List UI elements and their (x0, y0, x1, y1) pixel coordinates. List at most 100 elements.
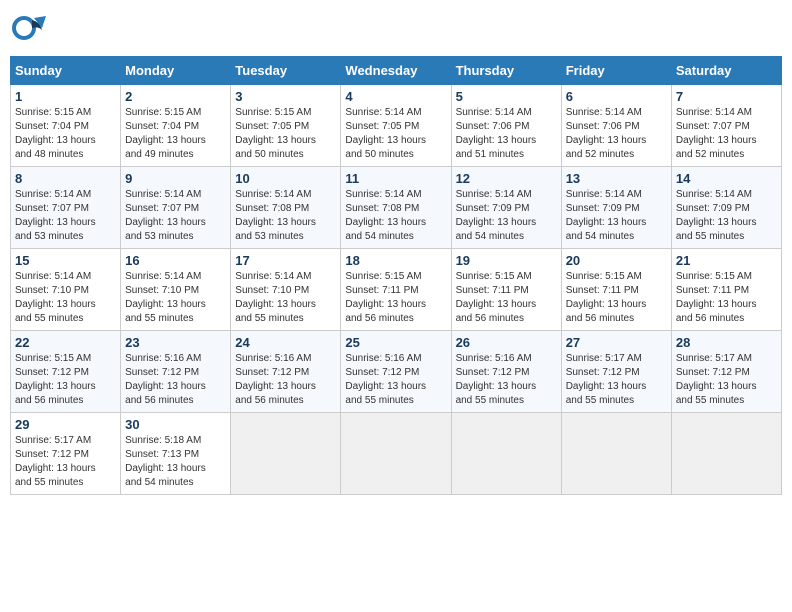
day-number: 10 (235, 171, 336, 186)
day-number: 17 (235, 253, 336, 268)
calendar-cell (561, 413, 671, 495)
calendar-cell: 4 Sunrise: 5:14 AMSunset: 7:05 PMDaylight… (341, 85, 451, 167)
calendar-cell: 6 Sunrise: 5:14 AMSunset: 7:06 PMDaylight… (561, 85, 671, 167)
day-detail: Sunrise: 5:16 AMSunset: 7:12 PMDaylight:… (235, 352, 336, 408)
calendar-cell: 14 Sunrise: 5:14 AMSunset: 7:09 PMDayligh… (671, 167, 781, 249)
weekday-header: Friday (561, 57, 671, 85)
calendar-cell (341, 413, 451, 495)
day-number: 24 (235, 335, 336, 350)
day-number: 14 (676, 171, 777, 186)
day-detail: Sunrise: 5:14 AMSunset: 7:05 PMDaylight:… (345, 106, 446, 162)
calendar-cell: 5 Sunrise: 5:14 AMSunset: 7:06 PMDaylight… (451, 85, 561, 167)
calendar-cell: 21 Sunrise: 5:15 AMSunset: 7:11 PMDayligh… (671, 249, 781, 331)
calendar-body: 1 Sunrise: 5:15 AMSunset: 7:04 PMDaylight… (11, 85, 782, 495)
calendar-cell: 18 Sunrise: 5:15 AMSunset: 7:11 PMDayligh… (341, 249, 451, 331)
calendar-cell (451, 413, 561, 495)
calendar-row: 15 Sunrise: 5:14 AMSunset: 7:10 PMDayligh… (11, 249, 782, 331)
calendar-cell: 11 Sunrise: 5:14 AMSunset: 7:08 PMDayligh… (341, 167, 451, 249)
day-number: 7 (676, 89, 777, 104)
day-detail: Sunrise: 5:15 AMSunset: 7:12 PMDaylight:… (15, 352, 116, 408)
calendar: SundayMondayTuesdayWednesdayThursdayFrid… (10, 56, 782, 495)
calendar-cell: 8Sunrise: 5:14 AMSunset: 7:07 PMDaylight… (11, 167, 121, 249)
weekday-header: Tuesday (231, 57, 341, 85)
day-detail: Sunrise: 5:14 AMSunset: 7:06 PMDaylight:… (456, 106, 557, 162)
day-number: 21 (676, 253, 777, 268)
calendar-cell: 24 Sunrise: 5:16 AMSunset: 7:12 PMDayligh… (231, 331, 341, 413)
day-number: 11 (345, 171, 446, 186)
day-number: 3 (235, 89, 336, 104)
day-detail: Sunrise: 5:16 AMSunset: 7:12 PMDaylight:… (456, 352, 557, 408)
day-number: 25 (345, 335, 446, 350)
day-detail: Sunrise: 5:17 AMSunset: 7:12 PMDaylight:… (566, 352, 667, 408)
day-number: 16 (125, 253, 226, 268)
calendar-cell: 23Sunrise: 5:16 AMSunset: 7:12 PMDayligh… (121, 331, 231, 413)
calendar-row: 1 Sunrise: 5:15 AMSunset: 7:04 PMDaylight… (11, 85, 782, 167)
calendar-row: 22 Sunrise: 5:15 AMSunset: 7:12 PMDayligh… (11, 331, 782, 413)
day-number: 29 (15, 417, 116, 432)
calendar-row: 8 Sunrise: 5:14 AMSunset: 7:07 PMDaylight… (11, 167, 782, 249)
calendar-cell: 27 Sunrise: 5:17 AMSunset: 7:12 PMDayligh… (561, 331, 671, 413)
day-detail: Sunrise: 5:17 AMSunset: 7:12 PMDaylight:… (676, 352, 777, 408)
calendar-cell: 30 Sunrise: 5:18 AMSunset: 7:13 PMDayligh… (121, 413, 231, 495)
day-detail: Sunrise: 5:14 AMSunset: 7:10 PMDaylight:… (235, 270, 336, 326)
day-number: 8 (15, 171, 116, 186)
day-number: 6 (566, 89, 667, 104)
weekday-header: Saturday (671, 57, 781, 85)
calendar-header: SundayMondayTuesdayWednesdayThursdayFrid… (11, 57, 782, 85)
calendar-cell: 22 Sunrise: 5:15 AMSunset: 7:12 PMDayligh… (11, 331, 121, 413)
day-detail: Sunrise: 5:14 AMSunset: 7:10 PMDaylight:… (125, 270, 226, 326)
day-detail: Sunrise: 5:16 AMSunset: 7:12 PMDaylight:… (345, 352, 446, 408)
day-detail: Sunrise: 5:15 AMSunset: 7:11 PMDaylight:… (345, 270, 446, 326)
day-number: 15 (15, 253, 116, 268)
day-detail: Sunrise: 5:14 AMSunset: 7:09 PMDaylight:… (676, 188, 777, 244)
calendar-cell: 29Sunrise: 5:17 AMSunset: 7:12 PMDayligh… (11, 413, 121, 495)
day-number: 5 (456, 89, 557, 104)
day-number: 20 (566, 253, 667, 268)
day-detail: Sunrise: 5:14 AMSunset: 7:10 PMDaylight:… (15, 270, 116, 326)
day-number: 22 (15, 335, 116, 350)
day-number: 1 (15, 89, 116, 104)
day-detail: Sunrise: 5:15 AMSunset: 7:04 PMDaylight:… (15, 106, 116, 162)
calendar-cell: 13 Sunrise: 5:14 AMSunset: 7:09 PMDayligh… (561, 167, 671, 249)
calendar-cell: 25 Sunrise: 5:16 AMSunset: 7:12 PMDayligh… (341, 331, 451, 413)
day-number: 12 (456, 171, 557, 186)
day-number: 13 (566, 171, 667, 186)
calendar-cell: 7 Sunrise: 5:14 AMSunset: 7:07 PMDaylight… (671, 85, 781, 167)
weekday-header: Thursday (451, 57, 561, 85)
day-number: 27 (566, 335, 667, 350)
day-number: 4 (345, 89, 446, 104)
day-detail: Sunrise: 5:15 AMSunset: 7:11 PMDaylight:… (676, 270, 777, 326)
day-number: 19 (456, 253, 557, 268)
calendar-cell: 2 Sunrise: 5:15 AMSunset: 7:04 PMDaylight… (121, 85, 231, 167)
day-detail: Sunrise: 5:16 AMSunset: 7:12 PMDaylight:… (125, 352, 226, 408)
day-number: 28 (676, 335, 777, 350)
calendar-cell: 17 Sunrise: 5:14 AMSunset: 7:10 PMDayligh… (231, 249, 341, 331)
calendar-cell: 15 Sunrise: 5:14 AMSunset: 7:10 PMDayligh… (11, 249, 121, 331)
calendar-row: 29Sunrise: 5:17 AMSunset: 7:12 PMDayligh… (11, 413, 782, 495)
day-detail: Sunrise: 5:14 AMSunset: 7:07 PMDaylight:… (125, 188, 226, 244)
day-number: 26 (456, 335, 557, 350)
day-number: 18 (345, 253, 446, 268)
calendar-cell (231, 413, 341, 495)
day-number: 9 (125, 171, 226, 186)
calendar-cell (671, 413, 781, 495)
day-detail: Sunrise: 5:15 AMSunset: 7:11 PMDaylight:… (456, 270, 557, 326)
logo (10, 10, 52, 46)
calendar-cell: 9 Sunrise: 5:14 AMSunset: 7:07 PMDaylight… (121, 167, 231, 249)
day-number: 2 (125, 89, 226, 104)
day-detail: Sunrise: 5:14 AMSunset: 7:08 PMDaylight:… (345, 188, 446, 244)
calendar-cell: 19 Sunrise: 5:15 AMSunset: 7:11 PMDayligh… (451, 249, 561, 331)
weekday-header: Sunday (11, 57, 121, 85)
calendar-cell: 20 Sunrise: 5:15 AMSunset: 7:11 PMDayligh… (561, 249, 671, 331)
weekday-header: Wednesday (341, 57, 451, 85)
day-detail: Sunrise: 5:14 AMSunset: 7:08 PMDaylight:… (235, 188, 336, 244)
day-detail: Sunrise: 5:14 AMSunset: 7:09 PMDaylight:… (456, 188, 557, 244)
day-detail: Sunrise: 5:14 AMSunset: 7:06 PMDaylight:… (566, 106, 667, 162)
day-detail: Sunrise: 5:14 AMSunset: 7:07 PMDaylight:… (676, 106, 777, 162)
day-detail: Sunrise: 5:18 AMSunset: 7:13 PMDaylight:… (125, 434, 226, 490)
day-detail: Sunrise: 5:15 AMSunset: 7:05 PMDaylight:… (235, 106, 336, 162)
day-detail: Sunrise: 5:15 AMSunset: 7:04 PMDaylight:… (125, 106, 226, 162)
day-detail: Sunrise: 5:15 AMSunset: 7:11 PMDaylight:… (566, 270, 667, 326)
day-number: 30 (125, 417, 226, 432)
day-detail: Sunrise: 5:14 AMSunset: 7:09 PMDaylight:… (566, 188, 667, 244)
